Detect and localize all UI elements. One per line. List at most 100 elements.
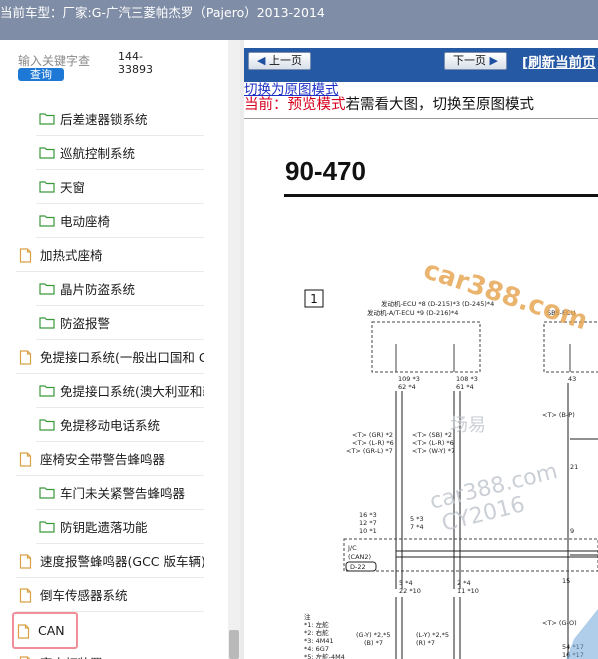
tree-item[interactable]: 后差速器锁系统 <box>36 102 204 136</box>
tree-item[interactable]: 室内灯装置 <box>16 646 204 659</box>
wiring-diagram: 90-470 1 发动机-ECU *8 (D-215)*3 (D-245)*4 … <box>244 118 598 659</box>
folder-icon <box>39 146 55 160</box>
diagram-note: *2: 右舵 <box>304 628 329 637</box>
tree-item[interactable]: 免提接口系统(澳大利亚和新西 <box>36 374 204 408</box>
document-icon <box>19 247 35 263</box>
folder-icon <box>39 180 55 194</box>
tree-item-label: 电动座椅 <box>60 214 111 229</box>
tree-item-label: 后差速器锁系统 <box>60 112 148 127</box>
prev-arrow-icon: ◀ <box>257 54 269 67</box>
title-rule <box>284 194 598 197</box>
pin-2: 2 *4 <box>457 579 471 587</box>
header-bar: 当前车型：厂家:G-广汽三菱帕杰罗（Pajero）2013-2014 <box>0 0 598 40</box>
pin-9: 9 <box>570 527 574 535</box>
tree-item[interactable]: 倒车传感器系统 <box>16 578 204 612</box>
folder-icon <box>39 384 55 398</box>
document-icon <box>19 553 35 569</box>
tree-item[interactable]: CAN <box>12 612 78 649</box>
d22-label: D-22 <box>350 563 366 571</box>
page-nav-bar: ◀ 上一页 下一页 ▶ [刷新当前页 <box>244 48 598 82</box>
next-page-button[interactable]: 下一页 ▶ <box>444 52 507 70</box>
sidebar-scrollbar[interactable] <box>228 40 240 659</box>
watermark-changyi: 场易 <box>450 415 486 436</box>
pin-12: 12 *7 <box>359 519 377 527</box>
pin-62: 62 *4 <box>398 383 416 391</box>
pin-5: 5 *3 <box>410 515 424 523</box>
folder-icon <box>39 418 55 432</box>
pin-11: 11 *10 <box>457 587 479 595</box>
wire-b-p: <T> (B-P) <box>542 411 575 419</box>
diagram-note: *5: 左舵-4M4 <box>304 652 345 659</box>
wire-gr-l: <T> (GR-L) *7 <box>346 447 393 455</box>
pin-7: 7 *4 <box>410 523 424 531</box>
tree-item[interactable]: 天窗 <box>36 170 204 204</box>
document-icon <box>19 451 35 467</box>
pin-108: 108 *3 <box>456 375 478 383</box>
search-code: 144-33893 <box>118 50 153 76</box>
wire-gr: <T> (GR) *2 <box>352 431 393 439</box>
section-number: 1 <box>310 292 318 306</box>
folder-icon <box>39 214 55 228</box>
tree-item[interactable]: 巡航控制系统 <box>36 136 204 170</box>
tree-item[interactable]: 座椅安全带警告蜂鸣器 <box>16 442 204 476</box>
tree-item-label: 晶片防盗系统 <box>60 282 136 297</box>
can2-label: (CAN2) <box>348 553 371 561</box>
tree-item-label: 防盗报警 <box>60 316 111 331</box>
wire-r: (R) *7 <box>416 639 435 647</box>
sidebar: 输入关键字查 144-33893 查询 后差速器锁系统 巡航控制系统 天窗 电动座椅加… <box>0 40 240 659</box>
tree-item[interactable]: 防钥匙遗落功能 <box>36 510 204 544</box>
prev-page-button[interactable]: ◀ 上一页 <box>248 52 311 70</box>
wire-l-r: <T> (L-R) *6 <box>352 439 394 447</box>
tree-item-label: 免提接口系统(一般出口国和 GCC <box>40 350 204 365</box>
pin-43: 43 <box>568 375 576 383</box>
diagram-notes: 注*1: 左舵*2: 右舵*3: 4M41*4: 6G7*5: 左舵-4M4 <box>304 612 345 659</box>
diagram-note: *3: 4M41 <box>304 637 334 645</box>
wire-g-y: (G-Y) *2,*5 <box>356 631 391 639</box>
next-arrow-icon: ▶ <box>486 54 498 67</box>
pin-16: 16 *3 <box>359 511 377 519</box>
pin-61: 61 *4 <box>456 383 474 391</box>
mode-prefix: 当前：预览模式 <box>244 97 346 113</box>
ecu-box <box>371 321 481 373</box>
sidebar-scroll-thumb[interactable] <box>229 630 239 659</box>
tree-item[interactable]: 免提移动电话系统 <box>36 408 204 442</box>
document-icon <box>17 623 33 639</box>
switch-original-mode-link[interactable]: 切换至原图模式 <box>433 97 535 113</box>
tree-item[interactable]: 防盗报警 <box>36 306 204 340</box>
jc-label: J/C <box>347 544 357 552</box>
tree-item-label: 座椅安全带警告蜂鸣器 <box>40 452 166 467</box>
tree-item[interactable]: 免提接口系统(一般出口国和 GCC <box>16 340 204 374</box>
folder-icon <box>39 486 55 500</box>
tree-item-label: 速度报警蜂鸣器(GCC 版车辆) <box>40 554 204 569</box>
pin-5b: 5 *4 <box>399 579 413 587</box>
folder-icon <box>39 316 55 330</box>
tree-item-label: 免提接口系统(澳大利亚和新西 <box>60 384 204 399</box>
tree-item-label: 室内灯装置 <box>40 653 103 659</box>
current-model-label: 当前车型：厂家:G-广汽三菱帕杰罗（Pajero）2013-2014 <box>0 5 325 20</box>
tree-item-label: 倒车传感器系统 <box>40 588 128 603</box>
corner-watermark-shape <box>566 609 598 659</box>
tree-item[interactable]: 车门未关紧警告蜂鸣器 <box>36 476 204 510</box>
tree-item[interactable]: 晶片防盗系统 <box>36 272 204 306</box>
search-input[interactable] <box>16 50 120 70</box>
watermark-car388: car388.com <box>420 255 591 336</box>
pin-22: 22 *10 <box>399 587 421 595</box>
tree-item[interactable]: 电动座椅 <box>36 204 204 238</box>
query-button[interactable]: 查询 <box>18 68 64 81</box>
pin-109: 109 *3 <box>398 375 420 383</box>
tree-item[interactable]: 加热式座椅 <box>16 238 204 272</box>
pin-15: 15 <box>562 577 570 585</box>
document-icon <box>19 349 35 365</box>
document-icon <box>19 587 35 603</box>
wire-l-r-2: <T> (L-R) *6 <box>412 439 454 447</box>
refresh-page-link[interactable]: [刷新当前页 <box>522 51 596 71</box>
jc-box <box>343 538 598 572</box>
diagram-drawing: 1 发动机-ECU *8 (D-215)*3 (D-245)*4 发动机-A/T… <box>284 194 598 659</box>
wire-l-y: (L-Y) *2,*5 <box>416 631 449 639</box>
tree-item-label: 防钥匙遗落功能 <box>60 520 148 535</box>
tree-item[interactable]: 速度报警蜂鸣器(GCC 版车辆) <box>16 544 204 578</box>
content-pane: ◀ 上一页 下一页 ▶ [刷新当前页 切换为原图模式 当前：预览模式若需看大图，… <box>244 40 598 659</box>
folder-icon <box>39 282 55 296</box>
diagram-note: 注 <box>304 612 311 621</box>
folder-icon <box>39 520 55 534</box>
